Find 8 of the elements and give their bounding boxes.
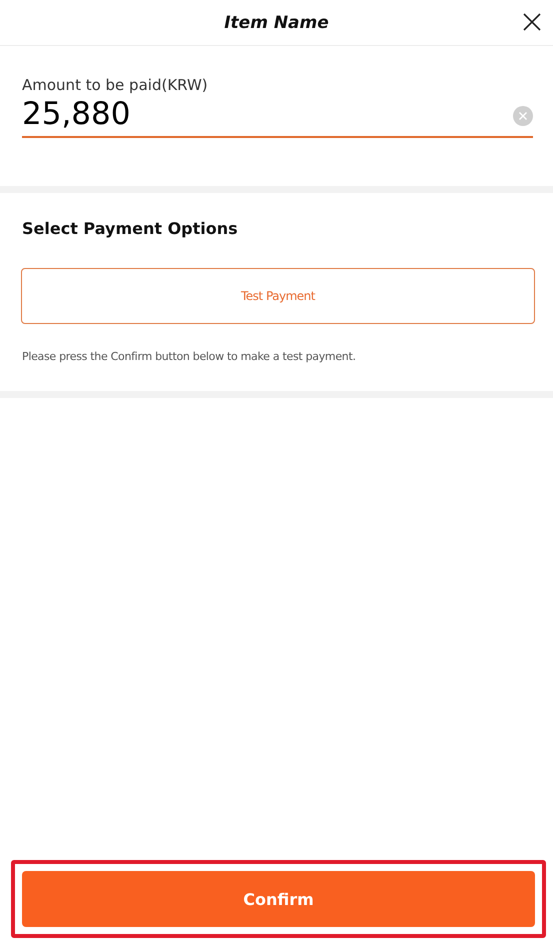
note-text: Please press the Confirm button below to make a test payment. — [22, 350, 357, 363]
amount-field[interactable]: 25,880 — [22, 96, 513, 136]
close-icon[interactable] — [523, 13, 541, 31]
field-label: Amount to be paid(KRW) — [22, 76, 209, 94]
confirm-button[interactable]: Confirm — [22, 871, 535, 927]
section-title: Select Payment Options — [22, 219, 239, 238]
window-title: Item Name — [224, 12, 329, 32]
payment-option[interactable]: Test Payment — [21, 268, 535, 324]
